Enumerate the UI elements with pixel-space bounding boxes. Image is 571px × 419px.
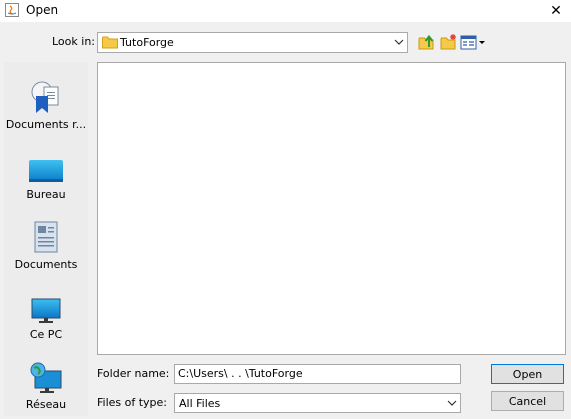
network-icon — [30, 362, 62, 393]
place-label: Ce PC — [29, 328, 63, 341]
place-label: Réseau — [25, 398, 67, 411]
place-documents[interactable]: Documents — [4, 210, 88, 276]
place-this-pc[interactable]: Ce PC — [4, 280, 88, 346]
look-in-label: Look in: — [52, 35, 95, 48]
title-bar: Open ✕ — [0, 0, 571, 22]
close-icon: ✕ — [550, 3, 562, 19]
up-folder-icon[interactable] — [418, 33, 436, 51]
place-label: Documents — [14, 258, 78, 271]
look-in-value: TutoForge — [120, 36, 174, 49]
recent-documents-icon — [31, 81, 59, 113]
open-button[interactable]: Open — [491, 364, 564, 384]
view-menu-icon[interactable] — [460, 33, 486, 51]
window-title: Open — [26, 3, 59, 17]
folder-name-label: Folder name: — [97, 367, 170, 380]
place-network[interactable]: Réseau — [4, 350, 88, 416]
folder-icon — [102, 36, 118, 49]
places-bar: Documents r... Bureau Documents Ce PC Ré… — [4, 62, 88, 416]
place-label: Bureau — [26, 188, 66, 201]
file-list[interactable] — [97, 62, 566, 355]
folder-name-field[interactable]: C:\Users\ . . \TutoForge — [174, 364, 461, 384]
cancel-button[interactable]: Cancel — [491, 391, 564, 411]
look-in-combo[interactable]: TutoForge — [97, 32, 408, 53]
computer-icon — [31, 298, 61, 323]
place-desktop[interactable]: Bureau — [4, 140, 88, 206]
java-icon — [5, 3, 19, 17]
close-button[interactable]: ✕ — [541, 0, 571, 22]
chevron-down-icon — [447, 400, 457, 406]
new-folder-icon[interactable] — [440, 33, 458, 51]
desktop-icon — [29, 160, 63, 182]
files-of-type-label: Files of type: — [97, 396, 168, 409]
documents-icon — [34, 221, 58, 253]
chevron-down-icon — [394, 39, 404, 45]
place-label: Documents r... — [5, 118, 87, 131]
place-recent-documents[interactable]: Documents r... — [4, 70, 88, 136]
files-of-type-combo[interactable]: All Files — [174, 393, 461, 413]
files-of-type-value: All Files — [179, 397, 221, 410]
